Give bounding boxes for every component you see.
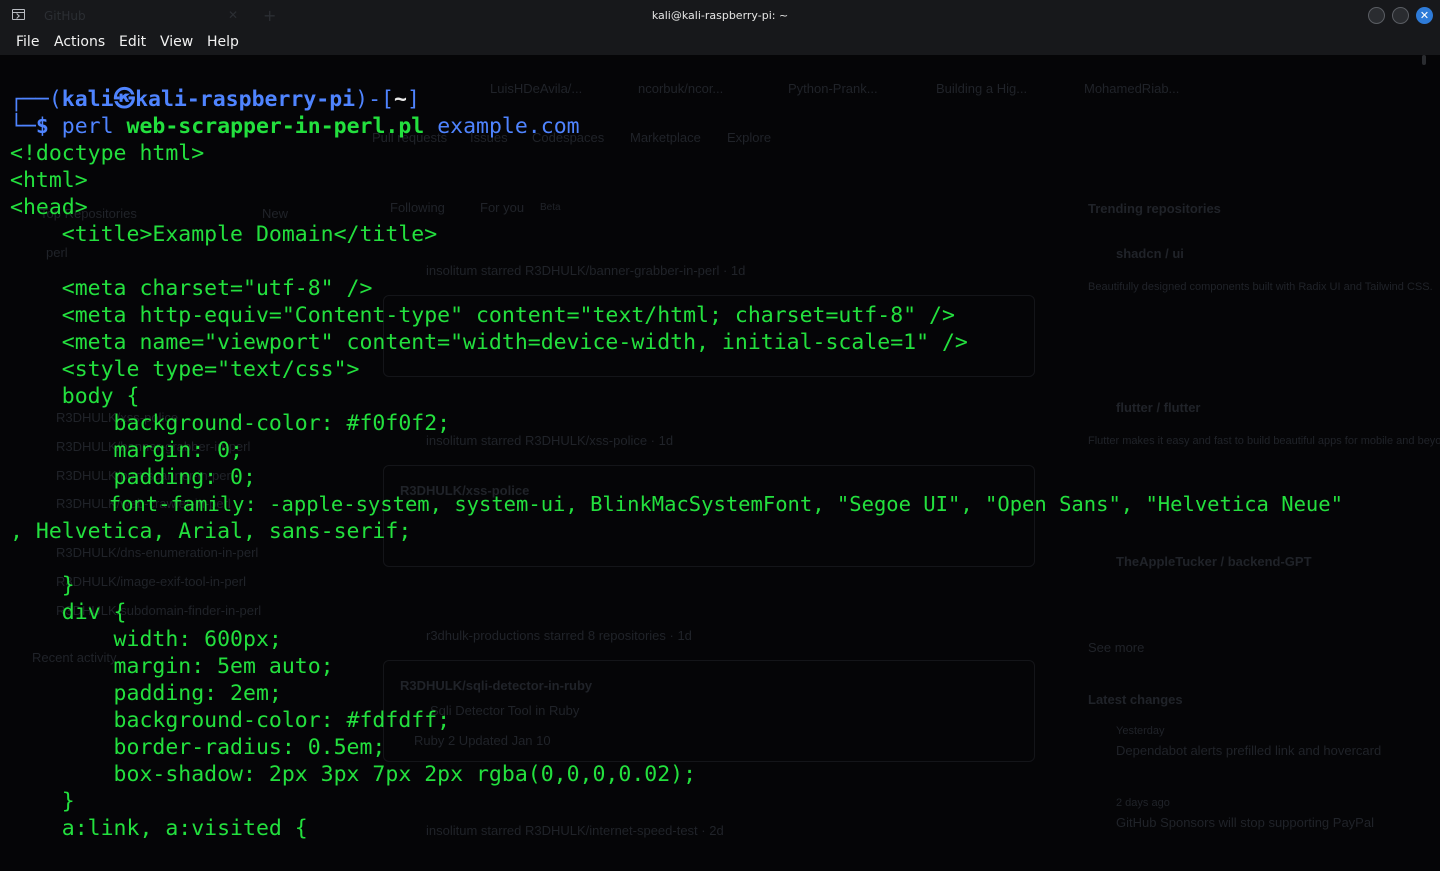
ghost-trending-heading: Trending repositories — [1088, 201, 1221, 216]
ghost-feed-tab: Following — [390, 200, 445, 215]
output-line: <meta charset="utf-8" /> — [10, 276, 373, 301]
ghost-feed-item: insolitum starred R3DHULK/internet-speed… — [426, 823, 724, 838]
menu-help[interactable]: Help — [207, 34, 239, 50]
ghost-trending-item: Beautifully designed components built wi… — [1088, 281, 1433, 293]
command-argument: example.com — [437, 114, 580, 139]
ghost-beta-badge: Beta — [540, 202, 561, 213]
ghost-feed-item: Ruby 2 Updated Jan 10 — [414, 733, 551, 748]
output-line: } — [10, 789, 75, 814]
output-line: div { — [10, 600, 127, 625]
output-line: , Helvetica, Arial, sans-serif; — [10, 519, 412, 544]
ghost-nav: Marketplace — [630, 130, 701, 145]
output-line: background-color: #fdfdff; — [10, 708, 451, 733]
prompt-close: ] — [406, 87, 420, 112]
ghost-feed-item: Sqli Detector Tool in Ruby — [430, 703, 580, 718]
output-line: <!doctype html> — [10, 141, 205, 166]
output-line: margin: 0; — [10, 438, 243, 463]
ghost-feed-tab: For you — [480, 200, 525, 215]
ghost-tab: MohamedRiab... — [1084, 81, 1180, 96]
ghost-trending-item: flutter / flutter — [1116, 400, 1201, 415]
command-program: perl — [61, 114, 114, 139]
ghost-new-button: New — [262, 206, 289, 221]
prompt-dollar: $ — [35, 114, 49, 139]
ghost-feed-item: r3dhulk-productions starred 8 repositori… — [426, 628, 692, 643]
prompt-line: ┌──(kali㉿kali-raspberry-pi)-[~] — [10, 86, 420, 113]
ghost-tab: LuisHDeAvila/... — [490, 81, 583, 96]
output-line: <meta http-equiv="Content-type" content=… — [10, 303, 955, 328]
output-line: <meta name="viewport" content="width=dev… — [10, 330, 968, 355]
output-line: body { — [10, 384, 140, 409]
ghost-trending-item: shadcn / ui — [1116, 246, 1184, 261]
prompt-corner: └─ — [10, 114, 36, 139]
minimize-button[interactable] — [1368, 7, 1385, 24]
command-script: web-scrapper-in-perl.pl — [126, 114, 425, 139]
ghost-latest-item: Yesterday — [1116, 725, 1165, 737]
menu-edit[interactable]: Edit — [119, 34, 146, 50]
ghost-nav: Explore — [727, 130, 772, 145]
output-line: } — [10, 573, 75, 598]
output-line: margin: 5em auto; — [10, 654, 334, 679]
output-line: box-shadow: 2px 3px 7px 2px rgba(0,0,0,0… — [10, 762, 697, 787]
output-line: <style type="text/css"> — [10, 357, 360, 382]
prompt-host: kali-raspberry-pi — [135, 87, 356, 112]
output-line: <title>Example Domain</title> — [10, 222, 438, 247]
menu-bar: File Actions Edit View Help — [0, 31, 1440, 55]
close-button[interactable]: ✕ — [1416, 7, 1433, 24]
ghost-latest-heading: Latest changes — [1088, 692, 1183, 707]
ghost-latest-item: GitHub Sponsors will stop supporting Pay… — [1116, 815, 1374, 830]
output-line: <head> — [10, 195, 88, 220]
output-line: width: 600px; — [10, 627, 282, 652]
command-line: └─$ perl web-scrapper-in-perl.pl example… — [10, 113, 580, 140]
prompt-at-symbol: ㉿ — [113, 87, 136, 112]
prompt-open: ┌──( — [10, 87, 62, 112]
close-icon: ✕ — [1419, 9, 1430, 22]
prompt-mid: )-[ — [355, 87, 394, 112]
ghost-see-more: See more — [1088, 640, 1145, 655]
output-line: padding: 2em; — [10, 681, 282, 706]
ghost-tab: ncorbuk/ncor... — [638, 81, 724, 96]
output-line: border-radius: 0.5em; — [10, 735, 386, 760]
terminal-scrollbar[interactable] — [1422, 55, 1426, 65]
prompt-dir: ~ — [393, 87, 407, 112]
output-line: font-family: -apple-system, system-ui, B… — [10, 492, 1343, 516]
terminal-output-area[interactable]: LuisHDeAvila/... ncorbuk/ncor... Python-… — [0, 55, 1440, 871]
ghost-feed-item: insolitum starred R3DHULK/banner-grabber… — [426, 263, 746, 278]
ghost-latest-item: Dependabot alerts prefilled link and hov… — [1116, 743, 1382, 758]
maximize-button[interactable] — [1392, 7, 1409, 24]
output-line: <html> — [10, 168, 88, 193]
output-line: padding: 0; — [10, 465, 256, 490]
ghost-tab: Python-Prank... — [788, 81, 878, 96]
ghost-feed-item: R3DHULK/sqli-detector-in-ruby — [400, 678, 593, 693]
ghost-latest-item: 2 days ago — [1116, 797, 1170, 809]
title-bar: GitHub ✕ + kali@kali-raspberry-pi: ~ ✕ — [0, 0, 1440, 31]
menu-actions[interactable]: Actions — [54, 34, 105, 50]
output-line: a:link, a:visited { — [10, 816, 308, 841]
output-line: background-color: #f0f0f2; — [10, 411, 451, 436]
ghost-trending-item: TheAppleTucker / backend-GPT — [1116, 554, 1312, 569]
menu-file[interactable]: File — [16, 34, 39, 50]
ghost-feed-item: insolitum starred R3DHULK/xss-police · 1… — [426, 433, 674, 448]
menu-view[interactable]: View — [160, 34, 193, 50]
prompt-user: kali — [61, 87, 114, 112]
ghost-trending-item: Flutter makes it easy and fast to build … — [1088, 435, 1440, 447]
ghost-sidebar-repo: R3DHULK/image-exif-tool-in-perl — [56, 574, 247, 589]
window-title: kali@kali-raspberry-pi: ~ — [651, 9, 789, 22]
ghost-sidebar-repo: R3DHULK/dns-enumeration-in-perl — [56, 545, 259, 560]
ghost-tab: Building a Hig... — [936, 81, 1028, 96]
